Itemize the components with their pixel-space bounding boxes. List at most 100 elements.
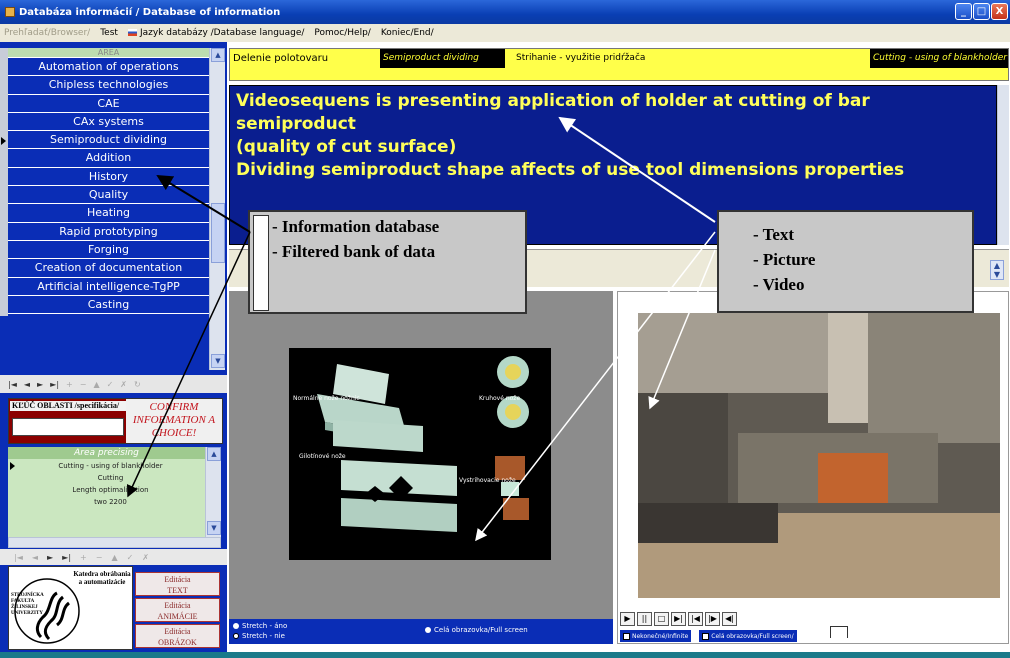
title-bar: Databáza informácií / Database of inform… bbox=[0, 0, 1010, 24]
status-bar bbox=[0, 652, 1010, 658]
text-scrollbar[interactable] bbox=[997, 85, 1009, 245]
precising-item[interactable]: Length optimalization bbox=[16, 484, 205, 496]
area-item[interactable]: Creation of documentation bbox=[8, 259, 209, 278]
precising-item[interactable]: two 2200 bbox=[16, 496, 205, 508]
current-record-icon bbox=[1, 137, 6, 145]
area-item[interactable]: History bbox=[8, 167, 209, 187]
picture-controls: Stretch - áno Stretch - nie Celá obrazov… bbox=[229, 619, 613, 644]
area-list: AREA Automation of operations Chipless t… bbox=[8, 48, 209, 316]
menu-test[interactable]: Test bbox=[100, 28, 118, 38]
logo-title: Katedra obrábania a automatizácie bbox=[73, 570, 131, 586]
minimize-button[interactable]: _ bbox=[955, 3, 972, 20]
nav-last-button[interactable]: ►| bbox=[62, 553, 71, 562]
scroll-up-icon[interactable]: ▲ bbox=[207, 447, 221, 461]
checkbox-icon bbox=[702, 632, 710, 640]
loop-checkbox[interactable]: Nekonečné/Infinite bbox=[620, 630, 692, 642]
area-item[interactable]: Addition bbox=[8, 149, 209, 168]
edit-picture-button[interactable]: Editácia OBRÁZOK bbox=[135, 624, 220, 648]
stretch-no-radio[interactable]: Stretch - nie bbox=[233, 632, 285, 640]
record-navigator-2: |◄ ◄ ► ►| + − ▲ ✓ ✗ bbox=[0, 549, 227, 565]
key-input[interactable] bbox=[12, 418, 124, 436]
menu-browser[interactable]: Prehľadať/Browser/ bbox=[4, 28, 90, 38]
text-line: (quality of cut surface) bbox=[236, 137, 457, 157]
radio-icon bbox=[233, 633, 239, 639]
nav-cancel-button[interactable]: ✗ bbox=[120, 380, 127, 389]
area-item[interactable]: Chipless technologies bbox=[8, 76, 209, 95]
area-item[interactable]: Quality bbox=[8, 186, 209, 205]
skip-back-button[interactable]: |◀ bbox=[688, 612, 703, 626]
nav-edit-button[interactable]: ▲ bbox=[93, 380, 99, 389]
nav-edit-button[interactable]: ▲ bbox=[111, 553, 117, 562]
area-item[interactable]: Rapid prototyping bbox=[8, 222, 209, 241]
area-item[interactable]: Forging bbox=[8, 240, 209, 260]
nav-prev-button[interactable]: ◄ bbox=[32, 553, 38, 562]
play-button[interactable]: ▶ bbox=[620, 612, 635, 626]
spin-button-icon[interactable]: ▲ ▼ bbox=[990, 260, 1004, 280]
nav-post-button[interactable]: ✓ bbox=[127, 553, 134, 562]
nav-next-button[interactable]: ► bbox=[47, 553, 53, 562]
pause-button[interactable]: || bbox=[637, 612, 652, 626]
app-icon bbox=[5, 7, 15, 17]
topic-name-en: Cutting - using of blankholder bbox=[870, 49, 1008, 68]
nav-refresh-button[interactable]: ↻ bbox=[134, 380, 141, 389]
nav-delete-button[interactable]: − bbox=[96, 553, 103, 562]
nav-prev-button[interactable]: ◄ bbox=[24, 380, 30, 389]
precising-item[interactable]: Cutting bbox=[16, 472, 205, 484]
area-item[interactable]: Heating bbox=[8, 204, 209, 223]
scroll-up-icon[interactable]: ▲ bbox=[211, 48, 225, 62]
step-back-button[interactable]: ◀| bbox=[722, 612, 737, 626]
nav-post-button[interactable]: ✓ bbox=[107, 380, 114, 389]
menu-bar: Prehľadať/Browser/ Test Jazyk databázy /… bbox=[0, 24, 1010, 42]
callout-line: - Filtered bank of data bbox=[272, 242, 436, 261]
menu-help[interactable]: Pomoc/Help/ bbox=[314, 28, 370, 38]
scroll-down-icon[interactable]: ▼ bbox=[207, 521, 221, 535]
area-item[interactable]: CAx systems bbox=[8, 112, 209, 132]
precising-item-selected[interactable]: Cutting - using of blankholder bbox=[16, 460, 205, 472]
loop-label: Nekonečné/Infinite bbox=[632, 632, 689, 640]
fullscreen-toggle[interactable]: Celá obrazovka/Full screen bbox=[425, 626, 528, 634]
area-item[interactable]: Artificial intelligence-TgPP bbox=[8, 277, 209, 296]
area-name-sk: Delenie polotovaru bbox=[233, 53, 329, 64]
label-circular-knives: Kruhové nože bbox=[479, 395, 520, 402]
step-forward-button[interactable]: ▶| bbox=[671, 612, 686, 626]
nav-next-button[interactable]: ► bbox=[37, 380, 43, 389]
callout-database: - Information database - Filtered bank o… bbox=[248, 210, 527, 314]
video-fullscreen-checkbox[interactable]: Celá obrazovka/Full screen/ bbox=[699, 630, 797, 642]
stretch-no-label: Stretch - nie bbox=[242, 632, 285, 640]
nav-delete-button[interactable]: − bbox=[80, 380, 87, 389]
scroll-down-icon[interactable]: ▼ bbox=[211, 354, 225, 368]
nav-insert-button[interactable]: + bbox=[80, 553, 87, 562]
precising-scrollbar[interactable]: ▲ ▼ bbox=[205, 447, 221, 537]
edit-picture-line1: Editácia bbox=[164, 627, 191, 636]
area-list-scrollbar[interactable]: ▲ ▼ bbox=[209, 48, 225, 370]
scroll-thumb[interactable] bbox=[211, 203, 225, 263]
text-header: Delenie polotovaru Semiproduct dividing … bbox=[229, 48, 1009, 81]
callout-line: - Text bbox=[753, 225, 795, 244]
menu-end[interactable]: Koniec/End/ bbox=[381, 28, 434, 38]
close-button[interactable]: X bbox=[991, 3, 1008, 20]
nav-first-button[interactable]: |◄ bbox=[8, 380, 17, 389]
menu-language[interactable]: Jazyk databázy /Database language/ bbox=[127, 28, 304, 38]
nav-insert-button[interactable]: + bbox=[66, 380, 73, 389]
nav-last-button[interactable]: ►| bbox=[50, 380, 59, 389]
maximize-button[interactable]: □ bbox=[973, 3, 990, 20]
nav-cancel-button[interactable]: ✗ bbox=[142, 553, 149, 562]
label-guillotine-knives: Gilotínové nože bbox=[299, 453, 346, 460]
stop-button[interactable]: □ bbox=[654, 612, 669, 626]
picture-image: Normálne nože nožnic Kruhové nože Gilotí… bbox=[289, 348, 551, 560]
edit-animation-button[interactable]: Editácia ANIMÁCIE bbox=[135, 598, 220, 622]
nav-first-button[interactable]: |◄ bbox=[14, 553, 23, 562]
stretch-yes-radio[interactable]: Stretch - áno bbox=[233, 622, 287, 630]
area-item[interactable]: Automation of operations bbox=[8, 58, 209, 77]
edit-animation-line1: Editácia bbox=[164, 601, 191, 610]
skip-forward-button[interactable]: |▶ bbox=[705, 612, 720, 626]
area-item-selected[interactable]: Semiproduct dividing bbox=[8, 131, 209, 150]
confirm-button[interactable]: CONFIRM INFORMATION A CHOICE! bbox=[126, 399, 222, 443]
resize-handle-icon[interactable] bbox=[830, 626, 848, 638]
area-item[interactable]: Casting bbox=[8, 295, 209, 315]
edit-text-button[interactable]: Editácia TEXT bbox=[135, 572, 220, 596]
department-logo: Katedra obrábania a automatizácie STROJN… bbox=[8, 566, 133, 650]
topic-name-sk: Strihanie - využitie pridŕžača bbox=[516, 53, 646, 63]
precising-hscrollbar[interactable] bbox=[8, 537, 221, 548]
area-item[interactable]: CAE bbox=[8, 94, 209, 113]
